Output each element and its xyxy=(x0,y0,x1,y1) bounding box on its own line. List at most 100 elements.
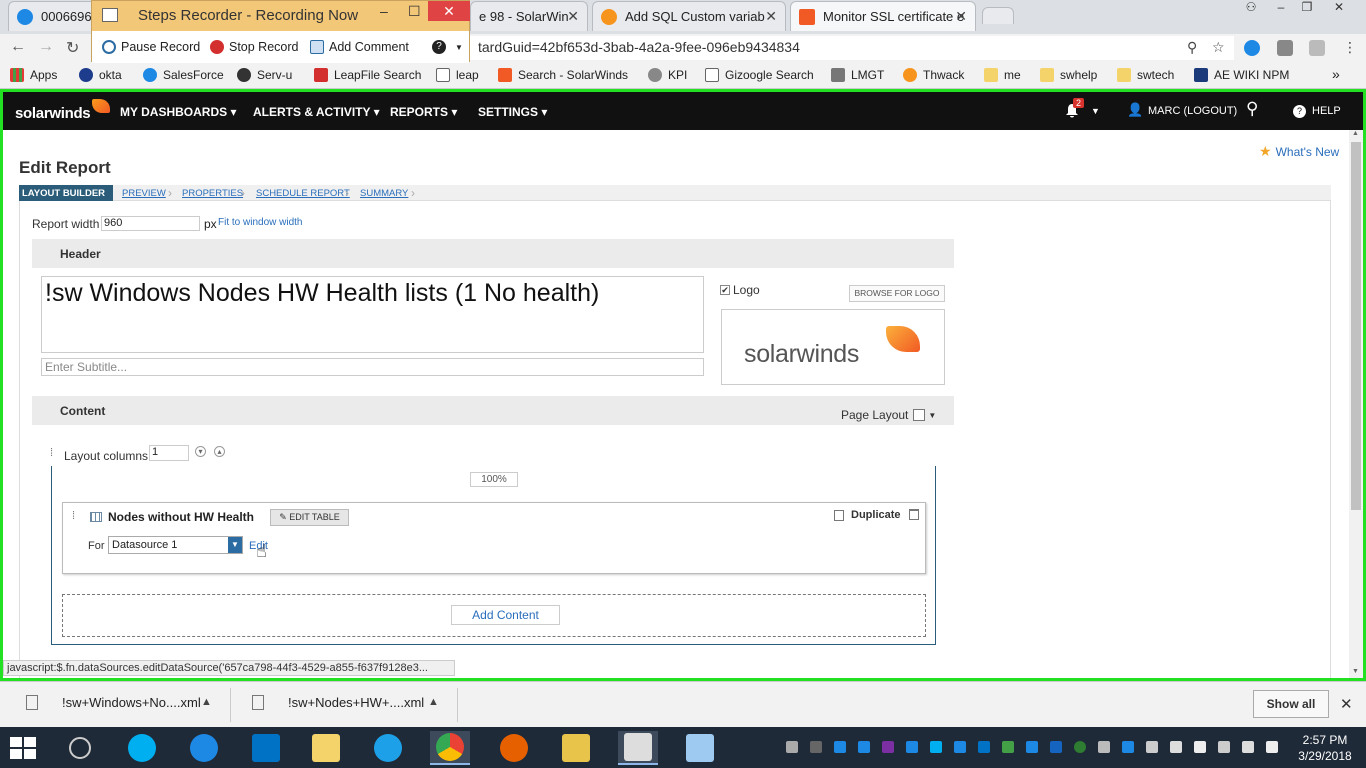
bookmark-item[interactable]: leap xyxy=(436,68,479,82)
search-icon[interactable]: ⚲ xyxy=(1246,99,1258,119)
report-width-input[interactable]: 960 xyxy=(101,216,200,231)
browse-logo-button[interactable]: BROWSE FOR LOGO xyxy=(849,285,945,302)
close-icon[interactable]: ✕ xyxy=(567,8,579,25)
steps-recorder-icon[interactable] xyxy=(618,731,658,765)
tray-icon[interactable] xyxy=(1002,741,1014,753)
scroll-down-icon[interactable]: ▼ xyxy=(1352,668,1359,675)
browser-tab-4[interactable]: Monitor SSL certificate e ✕ xyxy=(790,1,976,31)
bookmark-item[interactable]: Search - SolarWinds xyxy=(498,68,628,82)
tray-icon[interactable] xyxy=(810,741,822,753)
tray-icon[interactable] xyxy=(1218,741,1230,753)
tray-icon[interactable] xyxy=(906,741,918,753)
show-all-button[interactable]: Show all xyxy=(1253,690,1329,718)
bookmarks-overflow-icon[interactable]: » xyxy=(1332,66,1340,82)
user-logout-link[interactable]: MARC (LOGOUT) xyxy=(1148,105,1237,117)
nav-settings[interactable]: SETTINGS ▾ xyxy=(478,105,547,119)
nav-reports[interactable]: REPORTS ▾ xyxy=(390,105,457,119)
browser-tab-1[interactable]: 0006696 xyxy=(8,1,98,31)
tray-icon[interactable] xyxy=(930,741,942,753)
tray-icon[interactable] xyxy=(1026,741,1038,753)
volume-icon[interactable] xyxy=(1266,741,1278,753)
address-bar[interactable]: tardGuid=42bf653d-3bab-4a2a-9fee-096eb94… xyxy=(470,36,1234,60)
add-comment-button[interactable]: Add Comment xyxy=(310,40,409,54)
bookmark-item[interactable]: Thwack xyxy=(903,68,964,82)
edit-table-button[interactable]: ✎ EDIT TABLE xyxy=(270,509,349,526)
bookmark-item[interactable]: okta xyxy=(79,68,122,82)
download-item[interactable]: !sw+Windows+No....xml xyxy=(26,695,201,710)
scroll-thumb[interactable] xyxy=(1351,142,1361,510)
skype-icon[interactable] xyxy=(122,731,162,765)
notepad-icon[interactable] xyxy=(556,731,596,765)
bookmark-item[interactable]: AE WIKI NPM xyxy=(1194,68,1289,82)
whats-new-link[interactable]: ★ What's New xyxy=(1259,143,1339,160)
flag-icon[interactable] xyxy=(1194,741,1206,753)
logo-checkbox[interactable]: ✔ Logo xyxy=(720,283,760,297)
layout-columns-input[interactable]: 1 xyxy=(149,445,189,461)
step-preview[interactable]: PREVIEW xyxy=(122,188,166,199)
add-content-button[interactable]: Add Content xyxy=(451,605,560,625)
solarwinds-logo[interactable]: solarwinds xyxy=(15,99,111,122)
extension-icon[interactable] xyxy=(1309,40,1325,56)
taskbar-app-icon[interactable] xyxy=(60,731,100,765)
duplicate-button[interactable]: Duplicate xyxy=(834,509,901,521)
bluetooth-icon[interactable] xyxy=(1122,741,1134,753)
browser-tab-2[interactable]: e 98 - SolarWin ✕ xyxy=(470,1,588,31)
column-width-input[interactable]: 100% xyxy=(470,472,518,487)
tray-icon[interactable] xyxy=(1170,741,1182,753)
close-window-icon[interactable]: ✕ xyxy=(1326,0,1352,18)
extension-icon[interactable] xyxy=(1277,40,1293,56)
tray-icon[interactable] xyxy=(834,741,846,753)
internet-explorer-icon[interactable] xyxy=(368,731,408,765)
step-summary[interactable]: SUMMARY xyxy=(360,188,408,199)
restore-icon[interactable]: ❐ xyxy=(1294,0,1320,18)
tray-icon[interactable] xyxy=(978,741,990,753)
windows-start-icon[interactable] xyxy=(10,737,36,759)
trash-icon[interactable] xyxy=(909,509,919,520)
subtitle-input[interactable]: Enter Subtitle... xyxy=(41,358,704,376)
recorder-titlebar[interactable]: Steps Recorder - Recording Now – ☐ ✕ xyxy=(92,1,470,31)
firefox-icon[interactable] xyxy=(494,731,534,765)
bookmark-item[interactable]: Apps xyxy=(10,68,57,82)
report-title-input[interactable]: !sw Windows Nodes HW Health lists (1 No … xyxy=(41,276,704,353)
new-tab-button[interactable] xyxy=(982,7,1014,24)
tray-icon[interactable] xyxy=(858,741,870,753)
bookmark-item[interactable]: Serv-u xyxy=(237,68,292,82)
chevron-down-icon[interactable]: ▼ xyxy=(1091,106,1100,116)
minimize-icon[interactable]: – xyxy=(1268,0,1294,18)
profile-icon[interactable]: ⚇ xyxy=(1238,0,1264,18)
forward-icon[interactable]: → xyxy=(38,38,54,56)
datasource-select[interactable]: Datasource 1 ▼ xyxy=(108,536,243,554)
remote-desktop-icon[interactable] xyxy=(680,731,720,765)
file-explorer-icon[interactable] xyxy=(306,731,346,765)
extension-icon[interactable] xyxy=(1244,40,1260,56)
tray-icon[interactable] xyxy=(786,741,798,753)
bookmark-item[interactable]: SalesForce xyxy=(143,68,224,82)
page-layout-selector[interactable]: Page Layout ▼ xyxy=(841,408,936,422)
reload-icon[interactable]: ↻ xyxy=(66,38,79,58)
scrollbar[interactable]: ▲ ▼ xyxy=(1349,130,1363,678)
close-icon[interactable]: ✕ xyxy=(765,8,777,25)
bookmark-item[interactable]: LMGT xyxy=(831,68,884,82)
bookmark-star-icon[interactable]: ☆ xyxy=(1212,39,1225,56)
skype-business-icon[interactable] xyxy=(184,731,224,765)
close-icon[interactable]: ✕ xyxy=(955,8,967,25)
bookmark-item[interactable]: KPI xyxy=(648,68,687,82)
chevron-up-icon[interactable]: ▲ xyxy=(201,696,212,708)
tray-icon[interactable] xyxy=(954,741,966,753)
close-icon[interactable]: ✕ xyxy=(428,1,470,21)
nav-alerts-activity[interactable]: ALERTS & ACTIVITY ▾ xyxy=(253,105,380,119)
chevron-up-icon[interactable]: ▲ xyxy=(428,696,439,708)
drag-handle-icon[interactable]: ⁞ xyxy=(50,447,53,459)
step-layout-builder[interactable]: LAYOUT BUILDER xyxy=(19,185,114,201)
column-decrease-icon[interactable]: ▾ xyxy=(195,446,206,457)
network-icon[interactable] xyxy=(1242,741,1254,753)
outlook-icon[interactable] xyxy=(246,731,286,765)
scroll-up-icon[interactable]: ▲ xyxy=(1352,130,1359,137)
tray-icon[interactable] xyxy=(1146,741,1158,753)
bookmark-folder[interactable]: swtech xyxy=(1117,68,1174,82)
help-link[interactable]: ? HELP xyxy=(1293,105,1341,118)
chrome-icon[interactable] xyxy=(430,731,470,765)
browser-tab-3[interactable]: Add SQL Custom variab ✕ xyxy=(592,1,786,31)
minimize-icon[interactable]: – xyxy=(380,3,388,19)
close-icon[interactable]: ✕ xyxy=(1340,695,1353,713)
